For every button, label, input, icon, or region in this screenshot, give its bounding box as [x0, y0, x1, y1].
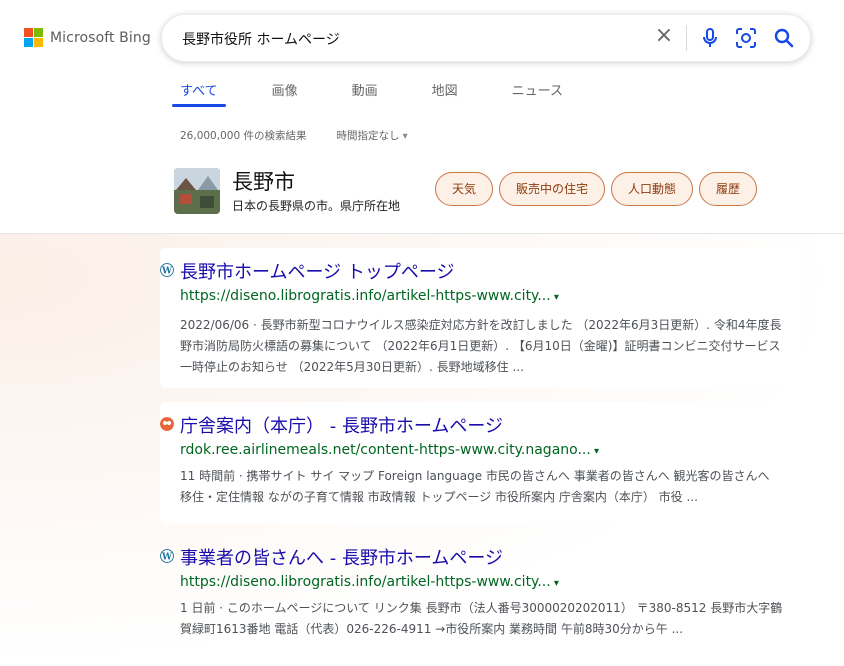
chip-weather[interactable]: 天気	[435, 172, 494, 206]
tab-images[interactable]: 画像	[264, 78, 306, 99]
entity-name[interactable]: 長野市	[232, 166, 295, 196]
search-tabs: すべて 画像 動画 地図 ニュース	[172, 78, 609, 107]
header: Microsoft Bing 長野市役所 ホームページ × すべて 画像 動画 …	[0, 0, 844, 234]
result-title-link[interactable]: 庁舎案内（本庁） - 長野市ホームページ	[180, 412, 503, 438]
result-url[interactable]: https://diseno.librogratis.info/artikel-…	[180, 574, 559, 590]
site-favicon-icon	[160, 417, 174, 431]
entity-thumbnail[interactable]	[174, 168, 220, 214]
tab-all[interactable]: すべて	[172, 78, 226, 107]
svg-text:W: W	[161, 267, 173, 277]
time-filter-dropdown[interactable]: 時間指定なし	[336, 128, 407, 143]
microsoft-logo-icon	[24, 28, 43, 47]
chip-demographics[interactable]: 人口動態	[611, 172, 694, 206]
clear-icon[interactable]: ×	[654, 25, 674, 47]
result-url[interactable]: https://diseno.librogratis.info/artikel-…	[180, 288, 559, 304]
search-input[interactable]: 長野市役所 ホームページ	[182, 29, 340, 49]
result-meta: 26,000,000 件の検索結果 時間指定なし	[180, 128, 408, 143]
logo-text: Microsoft Bing	[50, 29, 151, 46]
result-title-link[interactable]: 事業者の皆さんへ - 長野市ホームページ	[180, 544, 503, 570]
entity-chips: 天気 販売中の住宅 人口動態 履歴	[435, 172, 758, 206]
tab-maps[interactable]: 地図	[424, 78, 466, 99]
wordpress-favicon-icon: W	[160, 549, 174, 563]
result-count: 26,000,000 件の検索結果	[180, 130, 307, 142]
tab-news[interactable]: ニュース	[504, 78, 571, 99]
result-url[interactable]: rdok.ree.airlinemeals.net/content-https-…	[180, 442, 599, 458]
chip-history[interactable]: 履歴	[699, 172, 758, 206]
chip-homes-for-sale[interactable]: 販売中の住宅	[499, 172, 606, 206]
result-snippet: 2022/06/06 · 長野市新型コロナウイルス感染症対応方針を改訂しました …	[180, 318, 782, 374]
microphone-icon[interactable]	[698, 26, 722, 50]
wordpress-favicon-icon: W	[160, 263, 174, 277]
result-snippet: 11 時間前 · 携帯サイト サイ マップ Foreign language 市…	[180, 469, 770, 504]
entity-description: 日本の長野県の市。県庁所在地	[232, 199, 401, 213]
tab-videos[interactable]: 動画	[344, 78, 386, 99]
result-snippet: 1 日前 · このホームページについて リンク集 長野市（法人番号3000020…	[180, 601, 783, 636]
bing-logo[interactable]: Microsoft Bing	[24, 28, 151, 47]
search-icon[interactable]	[772, 26, 796, 50]
result-title-link[interactable]: 長野市ホームページ トップページ	[180, 258, 454, 284]
search-result: 庁舎案内（本庁） - 長野市ホームページ rdok.ree.airlinemea…	[160, 402, 800, 524]
search-box[interactable]: 長野市役所 ホームページ ×	[161, 14, 811, 62]
svg-text:W: W	[161, 553, 173, 563]
search-divider	[686, 25, 687, 51]
search-result: W 事業者の皆さんへ - 長野市ホームページ https://diseno.li…	[160, 534, 800, 664]
visual-search-icon[interactable]	[734, 26, 758, 50]
search-result: W 長野市ホームページ トップページ https://diseno.librog…	[160, 248, 800, 388]
